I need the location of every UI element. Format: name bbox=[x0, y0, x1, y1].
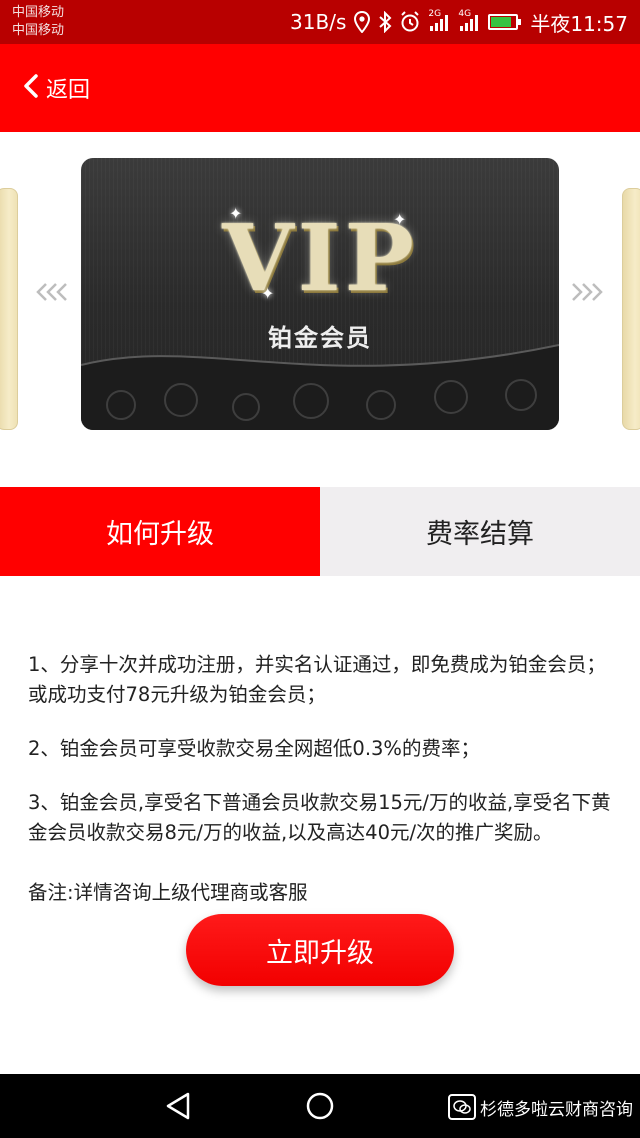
membership-carousel[interactable]: VIP ✦ ✦ ✦ 铂金会员 bbox=[0, 132, 640, 457]
info-tabs: 如何升级 费率结算 bbox=[0, 487, 640, 576]
sparkle-icon: ✦ bbox=[393, 210, 407, 229]
instruction-item-2: 2、铂金会员可享受收款交易全网超低0.3%的费率； bbox=[28, 737, 480, 760]
next-arrow-icon[interactable] bbox=[566, 272, 606, 312]
system-nav-bar: 杉德多啦云财商咨询 bbox=[0, 1074, 640, 1138]
previous-arrow-icon[interactable] bbox=[33, 272, 73, 312]
watermark-text: 杉德多啦云财商咨询 bbox=[480, 1099, 633, 1120]
network-4g-label: 4G bbox=[458, 9, 472, 19]
alarm-icon bbox=[400, 11, 420, 33]
upgrade-instructions: 1、分享十次并成功注册，并实名认证通过，即免费成为铂金会员；或成功支付78元升级… bbox=[28, 650, 618, 872]
location-icon bbox=[354, 11, 371, 33]
carrier-2: 中国移动 bbox=[12, 23, 65, 38]
network-2g-label: 2G bbox=[428, 9, 442, 19]
network-speed: 31B/s bbox=[290, 10, 347, 34]
watermark: 杉德多啦云财商咨询 bbox=[448, 1092, 633, 1122]
battery-icon bbox=[488, 11, 522, 33]
back-label: 返回 bbox=[46, 78, 91, 103]
next-card-preview[interactable] bbox=[622, 188, 640, 430]
instruction-item-3: 3、铂金会员,享受名下普通会员收款交易15元/万的收益,享受名下黄金会员收款交易… bbox=[28, 791, 611, 844]
upgrade-now-button[interactable]: 立即升级 bbox=[186, 914, 454, 986]
bluetooth-icon bbox=[378, 11, 392, 33]
card-subtitle: 铂金会员 bbox=[268, 324, 372, 352]
sparkle-icon: ✦ bbox=[229, 204, 243, 223]
vip-logo: VIP bbox=[222, 204, 418, 312]
clock: 半夜11:57 bbox=[530, 11, 628, 36]
title-bar: 返回 bbox=[0, 44, 640, 132]
wechat-icon bbox=[448, 1094, 476, 1120]
note-text: 备注:详情咨询上级代理商或客服 bbox=[28, 881, 308, 904]
vip-platinum-card: VIP ✦ ✦ ✦ 铂金会员 bbox=[81, 158, 559, 430]
signal-4g-icon: 4G bbox=[458, 9, 480, 33]
signal-2g-icon: 2G bbox=[428, 9, 450, 33]
carrier-info: 中国移动 中国移动 bbox=[12, 4, 64, 40]
status-bar: 中国移动 中国移动 31B/s 2G 4G 半夜11:57 bbox=[0, 0, 640, 44]
chevron-left-icon bbox=[22, 73, 40, 103]
tab-fee-settlement[interactable]: 费率结算 bbox=[320, 487, 640, 576]
back-triangle-icon[interactable] bbox=[160, 1088, 196, 1124]
back-button[interactable]: 返回 bbox=[22, 68, 90, 108]
tab-how-to-upgrade[interactable]: 如何升级 bbox=[0, 487, 320, 576]
status-icons: 31B/s 2G 4G 半夜11:57 bbox=[290, 8, 628, 36]
previous-card-preview[interactable] bbox=[0, 188, 18, 430]
carrier-1: 中国移动 bbox=[12, 5, 65, 20]
sparkle-icon: ✦ bbox=[261, 284, 275, 303]
home-circle-icon[interactable] bbox=[302, 1088, 338, 1124]
instruction-item-1: 1、分享十次并成功注册，并实名认证通过，即免费成为铂金会员；或成功支付78元升级… bbox=[28, 653, 606, 706]
